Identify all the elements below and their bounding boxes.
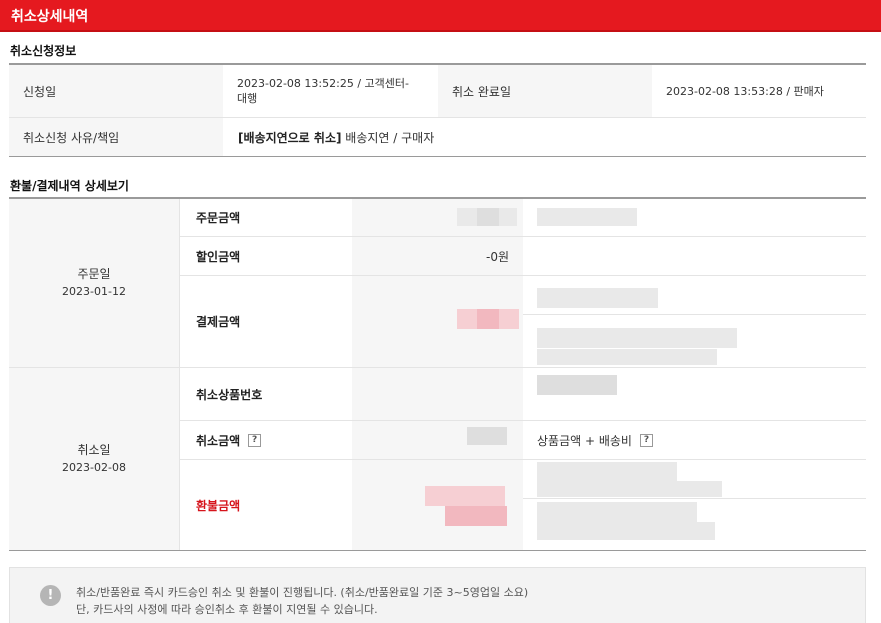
redacted-payment-detail-1 — [537, 288, 658, 308]
discount-label: 할인금액 — [196, 249, 241, 264]
refund-detail-bottom-rule — [9, 550, 866, 551]
redacted-refund-amount — [425, 486, 505, 506]
request-date-label-text: 신청일 — [23, 84, 57, 99]
refund-detail-section-title: 환불/결제내역 상세보기 — [10, 179, 129, 193]
redacted-refund-detail-2 — [537, 481, 722, 497]
divider — [180, 420, 866, 421]
order-date-value: 2023-01-12 — [62, 285, 126, 298]
refund-notice-box: ! 취소/반품완료 즉시 카드승인 취소 및 환불이 진행됩니다. (취소/반품… — [9, 567, 866, 623]
redacted-refund-detail-1 — [537, 462, 677, 482]
reason-label: 취소신청 사유/책임 — [9, 118, 223, 156]
order-amount-label: 주문금액 — [196, 211, 241, 225]
cancel-item-number-label: 취소상품번호 — [196, 387, 263, 402]
cancel-amount-note-cell: 상품금액 + 배송비 ? — [537, 421, 653, 459]
discount-value: -0원 — [485, 249, 509, 264]
refund-amount-label: 환불금액 — [196, 498, 241, 513]
cancel-info-bottom-rule — [9, 156, 866, 157]
reason-value: [배송지연으로 취소] 배송지연 / 구매자 — [223, 118, 866, 156]
divider — [179, 199, 180, 550]
request-date-value-line1: 2023-02-08 13:52:25 / 고객센터- — [237, 77, 409, 90]
reason-detail: 배송지연 / 구매자 — [341, 130, 435, 145]
redacted-refund-detail-3 — [537, 502, 697, 522]
redacted-order-detail — [537, 208, 637, 226]
redacted-cancel-item-number — [537, 375, 617, 395]
redacted-payment-amount-shade — [477, 309, 499, 329]
cancel-amount-label: 취소금액 — [196, 433, 241, 448]
request-date-label: 신청일 — [9, 65, 223, 117]
divider — [523, 498, 866, 499]
cancel-group-cell: 취소일 2023-02-08 — [9, 368, 179, 550]
complete-date-label: 취소 완료일 — [438, 65, 652, 117]
redacted-order-amount-shade — [477, 208, 499, 226]
order-group-cell: 주문일 2023-01-12 — [9, 199, 179, 367]
redacted-payment-detail-2 — [537, 328, 737, 348]
divider — [523, 314, 866, 315]
request-date-value-line2: 대행 — [237, 92, 258, 105]
payment-label: 결제금액 — [196, 315, 241, 329]
cancel-amount-help-icon[interactable]: ? — [248, 433, 262, 447]
cancel-date-label: 취소일 — [77, 443, 111, 457]
redacted-payment-detail-3 — [537, 349, 717, 365]
reason-label-text: 취소신청 사유/책임 — [23, 130, 120, 145]
redacted-cancel-amount — [467, 427, 507, 445]
redacted-refund-detail-4 — [537, 522, 715, 540]
order-date-label: 주문일 — [77, 267, 111, 281]
cancel-info-section-title: 취소신청정보 — [10, 44, 77, 58]
cancel-amount-label-cell: 취소금액 ? — [196, 421, 262, 459]
cancel-date-value: 2023-02-08 — [62, 461, 126, 474]
divider — [180, 459, 866, 460]
alert-icon: ! — [40, 585, 61, 606]
divider — [180, 275, 866, 276]
page-header: 취소상세내역 — [0, 0, 881, 32]
cancel-amount-note-help-icon[interactable]: ? — [639, 433, 653, 447]
divider — [180, 236, 866, 237]
page-title: 취소상세내역 — [11, 9, 89, 25]
notice-line-1: 취소/반품완료 즉시 카드승인 취소 및 환불이 진행됩니다. (취소/반품완료… — [76, 586, 529, 599]
redacted-refund-amount-shade — [445, 506, 507, 526]
complete-date-value-text: 2023-02-08 13:53:28 / 판매자 — [666, 85, 824, 98]
notice-line-2: 단, 카드사의 사정에 따라 승인취소 후 환불이 지연될 수 있습니다. — [76, 603, 378, 616]
reason-highlight: [배송지연으로 취소] — [238, 130, 342, 145]
request-date-value: 2023-02-08 13:52:25 / 고객센터- 대행 — [223, 65, 438, 117]
cancel-amount-note: 상품금액 + 배송비 — [537, 433, 632, 448]
complete-date-value: 2023-02-08 13:53:28 / 판매자 — [652, 65, 866, 117]
complete-date-label-text: 취소 완료일 — [452, 84, 512, 99]
